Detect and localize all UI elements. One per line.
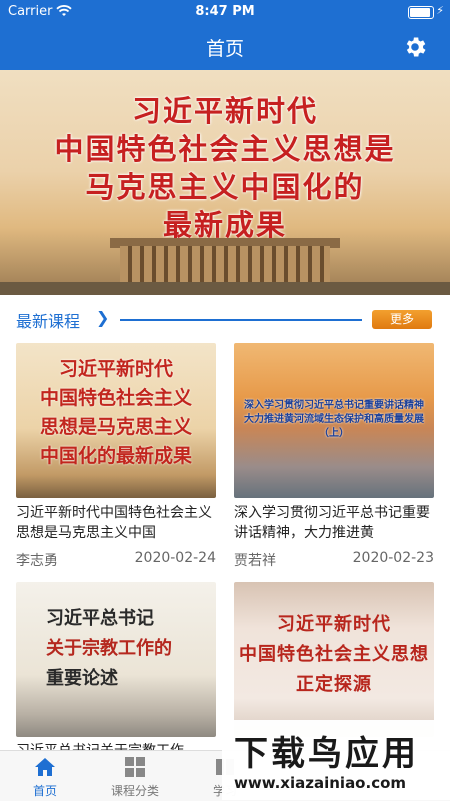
more-button[interactable]: 更多 <box>372 310 432 329</box>
thumbnail-text: 习近平新时代 <box>58 358 173 380</box>
course-title[interactable]: 深入学习贯彻习近平总书记重要讲话精神，大力推进黄 <box>234 503 434 543</box>
course-date: 2020-02-24 <box>134 550 216 566</box>
course-card[interactable]: 深入学习贯彻习近平总书记重要讲话精神 大力推进黄河流域生态保护和高质量发展 （上… <box>234 343 434 573</box>
course-date: 2020-02-23 <box>352 550 434 566</box>
page-title: 首页 <box>205 38 244 60</box>
tab-label: 课程分类 <box>110 784 159 798</box>
thumbnail-text: 大力推进黄河流域生态保护和高质量发展 <box>244 414 424 425</box>
gear-icon[interactable] <box>402 34 428 60</box>
course-author: 李志勇 <box>16 553 58 569</box>
ground <box>0 282 450 295</box>
course-thumbnail[interactable]: 习近平新时代 中国特色社会主义 思想是马克思主义 中国化的最新成果 <box>16 343 216 498</box>
course-card[interactable]: 习近平新时代 中国特色社会主义思想 正定探源 <box>234 582 434 737</box>
thumbnail-text: 深入学习贯彻习近平总书记重要讲话精神 <box>244 400 424 411</box>
thumbnail-text: 习近平总书记 <box>46 608 154 629</box>
banner-line: 习近平新时代 <box>131 94 318 128</box>
chevron-right-icon[interactable]: ❯ <box>96 308 109 327</box>
charging-icon: ⚡ <box>436 4 444 17</box>
banner-line: 马克思主义中国化的 <box>85 170 365 204</box>
watermark-title: 下载鸟应用 <box>234 734 419 774</box>
battery-icon <box>408 6 434 19</box>
course-title[interactable]: 习近平总书记关于宗教工作 <box>16 740 216 750</box>
course-author: 贾若祥 <box>234 553 276 569</box>
thumbnail-text: 中国特色社会主义 <box>39 387 192 409</box>
status-bar: Carrier 8:47 PM ⚡ <box>0 0 450 24</box>
tab-categories[interactable]: 课程分类 <box>90 751 180 801</box>
section-divider <box>120 319 362 321</box>
thumbnail-text: 关于宗教工作的 <box>46 638 172 659</box>
course-thumbnail[interactable]: 深入学习贯彻习近平总书记重要讲话精神 大力推进黄河流域生态保护和高质量发展 （上… <box>234 343 434 498</box>
course-title[interactable]: 习近平新时代中国特色社会主义思想是马克思主义中国 <box>16 503 216 543</box>
thumbnail-text: 正定探源 <box>296 674 372 695</box>
banner-headline: 习近平新时代 中国特色社会主义思想是 马克思主义中国化的 最新成果 <box>0 92 450 244</box>
home-icon <box>35 758 55 776</box>
thumbnail-text: 重要论述 <box>46 668 118 689</box>
thumbnail-text: 思想是马克思主义 <box>39 416 192 438</box>
thumbnail-text: 中国特色社会主义思想 <box>239 644 429 665</box>
clock: 8:47 PM <box>195 4 255 19</box>
watermark: 下载鸟应用 www.xiazainiao.com <box>222 720 450 800</box>
nav-bar: 首页 <box>0 24 450 70</box>
banner-carousel[interactable]: 习近平新时代 中国特色社会主义思想是 马克思主义中国化的 最新成果 <box>0 70 450 295</box>
tab-home[interactable]: 首页 <box>0 751 90 801</box>
banner-line: 中国特色社会主义思想是 <box>54 132 396 166</box>
thumbnail-text: 习近平新时代 <box>277 614 391 635</box>
grid-icon <box>125 757 145 777</box>
thumbnail-text: 中国化的最新成果 <box>39 445 192 467</box>
course-thumbnail[interactable]: 习近平总书记 关于宗教工作的 重要论述 <box>16 582 216 737</box>
course-card[interactable]: 习近平新时代 中国特色社会主义 思想是马克思主义 中国化的最新成果 习近平新时代… <box>16 343 216 573</box>
course-thumbnail[interactable]: 习近平新时代 中国特色社会主义思想 正定探源 <box>234 582 434 737</box>
course-card[interactable]: 习近平总书记 关于宗教工作的 重要论述 <box>16 582 216 737</box>
tab-label: 首页 <box>32 784 57 798</box>
section-title[interactable]: 最新课程 <box>16 308 80 332</box>
thumbnail-text: （上） <box>319 428 349 439</box>
watermark-url: www.xiazainiao.com <box>234 774 407 792</box>
latest-courses-header: 最新课程 ❯ 更多 <box>0 298 450 338</box>
